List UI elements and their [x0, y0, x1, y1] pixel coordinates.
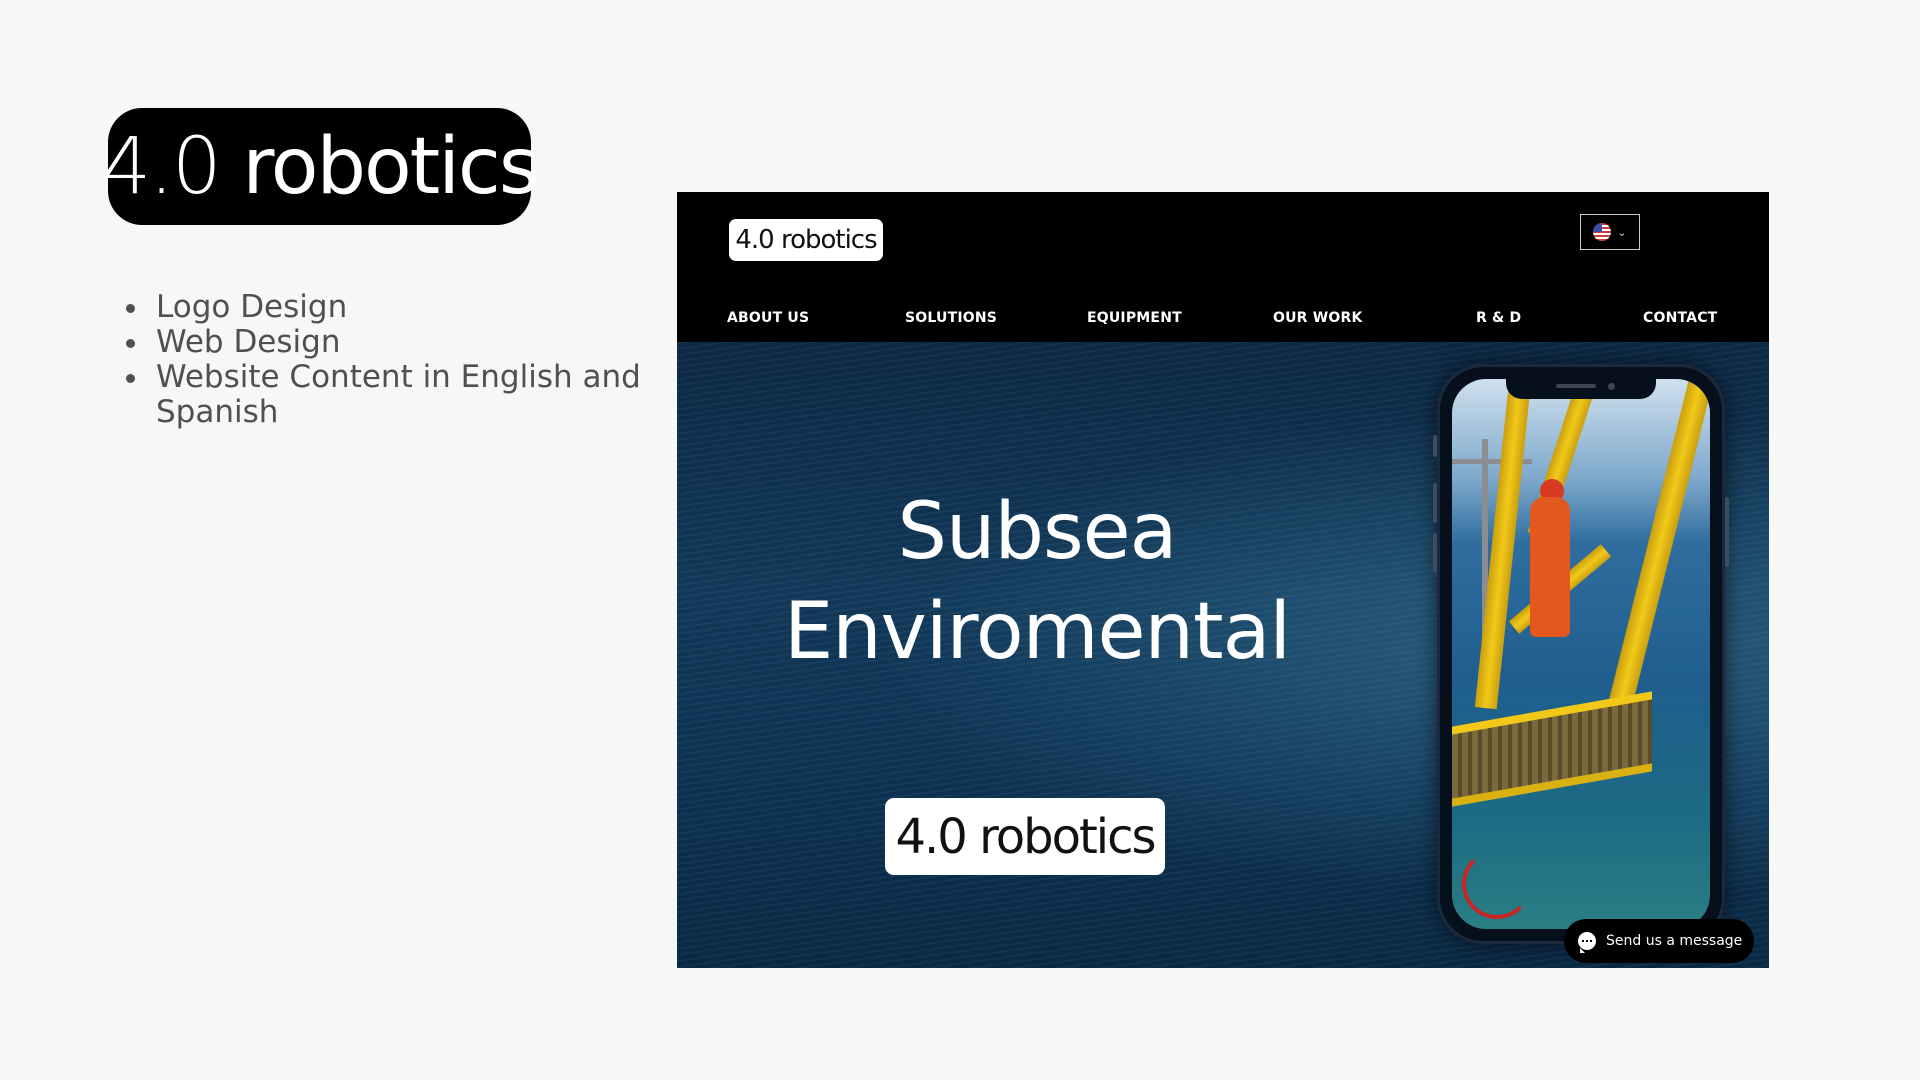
- main-nav: ABOUT US SOLUTIONS EQUIPMENT OUR WORK R …: [677, 310, 1769, 334]
- brand-logo-number: 4.0: [101, 121, 222, 212]
- hero-logo-word: robotics: [965, 808, 1156, 865]
- phone-notch: [1506, 379, 1656, 399]
- service-item: Website Content in English and Spanish: [120, 360, 660, 430]
- service-label: Web Design: [156, 324, 341, 360]
- bullet-icon: [126, 304, 135, 313]
- phone-side-button: [1433, 435, 1437, 457]
- bullet-icon: [126, 339, 135, 348]
- phone-speaker: [1556, 384, 1596, 388]
- photo-red-rope: [1462, 849, 1532, 919]
- phone-side-button: [1725, 497, 1729, 567]
- bullet-icon: [126, 374, 135, 383]
- hero-logo: 4.0 robotics: [885, 798, 1165, 875]
- phone-side-button: [1433, 533, 1437, 573]
- brand-logo-badge: 4.0 robotics: [102, 108, 539, 225]
- phone-side-button: [1433, 483, 1437, 523]
- phone-screen-photo: [1452, 379, 1710, 929]
- photo-platform: [1452, 691, 1652, 807]
- nav-r-and-d[interactable]: R & D: [1476, 310, 1521, 326]
- website-mockup: 4.0 robotics ⌄ ABOUT US SOLUTIONS EQUIPM…: [677, 192, 1769, 968]
- phone-camera: [1608, 383, 1615, 390]
- hero-title: Subsea Enviromental: [757, 482, 1317, 682]
- hero-title-line2: Enviromental: [783, 587, 1291, 677]
- brand-logo-word: robotics: [219, 121, 539, 212]
- nav-equipment[interactable]: EQUIPMENT: [1087, 310, 1182, 326]
- chat-bubble-icon: [1578, 932, 1596, 953]
- nav-solutions[interactable]: SOLUTIONS: [905, 310, 997, 326]
- photo-yellow-beam: [1606, 381, 1710, 717]
- hero-section: Subsea Enviromental 4.0 robotics Send us…: [677, 342, 1769, 968]
- send-message-button[interactable]: Send us a message: [1564, 919, 1754, 963]
- hero-logo-number: 4.0: [895, 808, 967, 865]
- site-header: 4.0 robotics ⌄ ABOUT US SOLUTIONS EQUIPM…: [677, 192, 1769, 342]
- send-message-label: Send us a message: [1606, 933, 1743, 949]
- service-label: Logo Design: [156, 289, 348, 325]
- nav-our-work[interactable]: OUR WORK: [1273, 310, 1363, 326]
- photo-worker: [1530, 497, 1570, 637]
- us-flag-icon: [1593, 223, 1612, 241]
- hero-title-line1: Subsea: [897, 487, 1178, 577]
- site-logo-word: robotics: [773, 225, 878, 255]
- nav-about-us[interactable]: ABOUT US: [727, 310, 809, 326]
- language-selector[interactable]: ⌄: [1580, 214, 1640, 250]
- service-label: Website Content in English and Spanish: [156, 359, 641, 430]
- service-item: Web Design: [120, 325, 660, 360]
- chevron-down-icon: ⌄: [1617, 225, 1627, 239]
- services-list: Logo Design Web Design Website Content i…: [120, 290, 660, 430]
- service-item: Logo Design: [120, 290, 660, 325]
- site-logo-number: 4.0: [735, 225, 774, 255]
- nav-contact[interactable]: CONTACT: [1643, 310, 1717, 326]
- site-header-logo[interactable]: 4.0 robotics: [729, 219, 883, 261]
- phone-mockup: [1433, 364, 1729, 944]
